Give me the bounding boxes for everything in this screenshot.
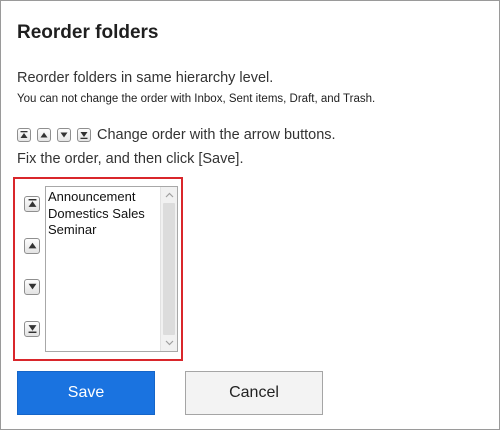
list-item[interactable]: Announcement xyxy=(48,189,159,206)
move-to-top-icon xyxy=(17,128,31,142)
list-item[interactable]: Seminar xyxy=(48,222,159,239)
folder-listbox[interactable]: Announcement Domestics Sales Seminar xyxy=(45,186,178,352)
dialog-title: Reorder folders xyxy=(17,22,159,43)
list-item[interactable]: Domestics Sales xyxy=(48,206,159,223)
move-down-icon xyxy=(28,278,37,296)
move-to-bottom-button[interactable] xyxy=(24,321,40,337)
move-down-icon xyxy=(57,128,71,142)
cancel-button[interactable]: Cancel xyxy=(185,371,323,415)
scroll-down-icon[interactable] xyxy=(161,335,177,351)
description-text: Reorder folders in same hierarchy level. xyxy=(17,70,274,86)
instruction-row: Change order with the arrow buttons. xyxy=(17,126,336,144)
move-down-button[interactable] xyxy=(24,279,40,295)
instruction-text: Change order with the arrow buttons. xyxy=(97,127,336,143)
move-to-bottom-icon xyxy=(77,128,91,142)
move-to-top-icon xyxy=(28,195,37,213)
folder-list: Announcement Domestics Sales Seminar xyxy=(48,189,159,239)
move-to-bottom-icon xyxy=(28,320,37,338)
reorder-folders-dialog: Reorder folders Reorder folders in same … xyxy=(0,0,500,430)
scroll-up-icon[interactable] xyxy=(161,187,177,203)
instruction-text-2: Fix the order, and then click [Save]. xyxy=(17,151,244,167)
listbox-scrollbar[interactable] xyxy=(160,187,177,351)
restriction-note: You can not change the order with Inbox,… xyxy=(17,93,376,105)
move-up-button[interactable] xyxy=(24,238,40,254)
move-to-top-button[interactable] xyxy=(24,196,40,212)
move-up-icon xyxy=(37,128,51,142)
move-up-icon xyxy=(28,237,37,255)
save-button[interactable]: Save xyxy=(17,371,155,415)
reorder-panel: Announcement Domestics Sales Seminar xyxy=(13,177,183,361)
scroll-track[interactable] xyxy=(163,203,175,335)
